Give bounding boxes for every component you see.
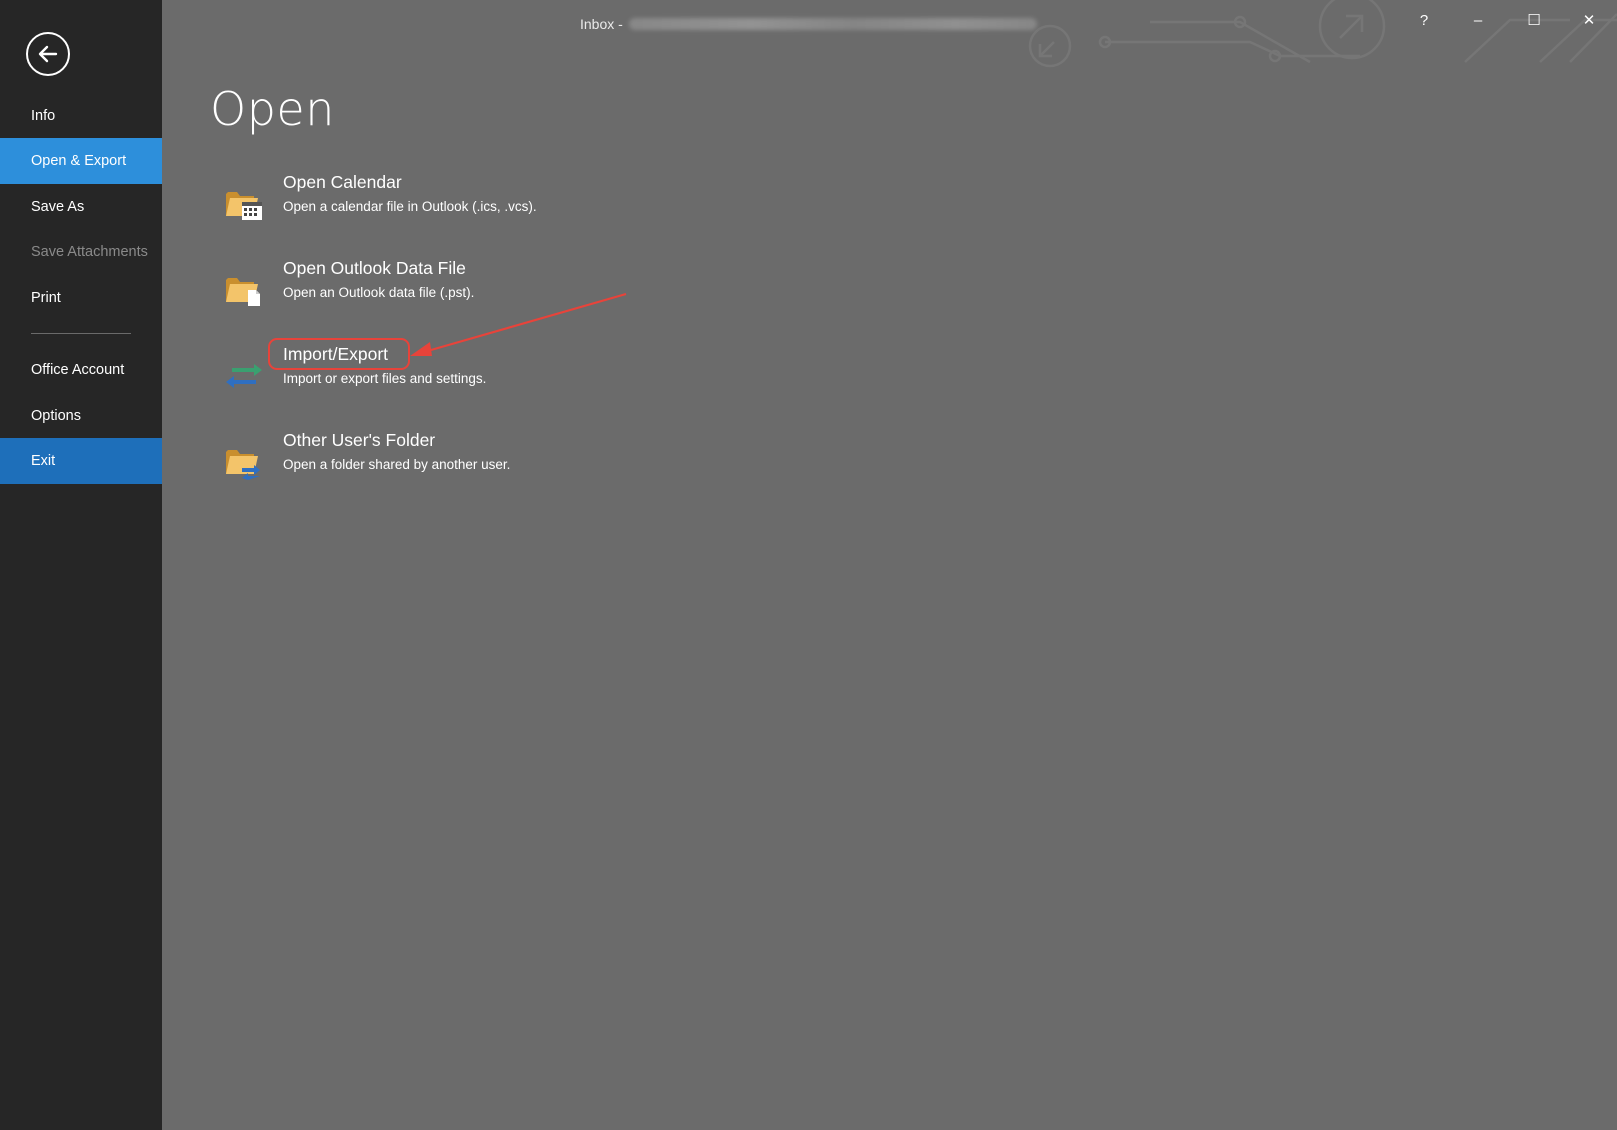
- nav-item-label: Save Attachments: [31, 244, 148, 260]
- other-users-folder-option[interactable]: Other User's Folder Open a folder shared…: [220, 426, 640, 500]
- option-description: Open a folder shared by another user.: [283, 457, 511, 472]
- option-title: Other User's Folder: [283, 430, 436, 450]
- import-export-option[interactable]: Import/Export Import or export files and…: [220, 340, 640, 414]
- nav-item-info[interactable]: Info: [0, 93, 162, 139]
- open-calendar-option[interactable]: Open Calendar Open a calendar file in Ou…: [220, 168, 640, 242]
- option-title: Open Calendar: [283, 172, 402, 192]
- nav-item-exit[interactable]: Exit: [0, 438, 162, 484]
- option-description: Import or export files and settings.: [283, 371, 487, 386]
- import-export-icon: [226, 364, 262, 388]
- nav-item-label: Options: [31, 408, 81, 424]
- folder-calendar-icon: [226, 192, 262, 220]
- minimize-button[interactable]: –: [1458, 6, 1498, 34]
- window-title-text: Inbox -: [580, 16, 623, 32]
- nav-item-label[interactable]: Print: [31, 290, 61, 306]
- back-arrow-icon: [38, 45, 58, 63]
- folder-file-icon: [226, 278, 260, 306]
- back-button[interactable]: [26, 32, 70, 76]
- maximize-icon: ☐: [1527, 12, 1541, 29]
- nav-item-label: Open & Export: [31, 153, 127, 169]
- maximize-button[interactable]: ☐: [1514, 6, 1554, 34]
- minimize-icon: –: [1473, 11, 1483, 29]
- nav-item-label: Office Account: [31, 362, 125, 378]
- nav-item-save-as[interactable]: Save As: [0, 184, 162, 230]
- option-description: Open a calendar file in Outlook (.ics, .…: [283, 199, 537, 214]
- page-title: Open: [210, 82, 335, 136]
- option-title: Import/Export: [283, 344, 389, 364]
- close-icon: ✕: [1582, 12, 1596, 29]
- close-button[interactable]: ✕: [1569, 6, 1609, 34]
- nav-item-label: Save As: [31, 199, 85, 215]
- open-data-file-option[interactable]: Open Outlook Data File Open an Outlook d…: [220, 254, 640, 328]
- redacted-account-text: [628, 18, 1037, 30]
- nav-item-options[interactable]: Options: [0, 393, 162, 439]
- option-title: Open Outlook Data File: [283, 258, 466, 278]
- nav-item-office-account[interactable]: Office Account: [0, 347, 162, 393]
- backstage-sidebar: Info Open & Export Save As Save Attachme…: [0, 0, 162, 1130]
- option-description: Open an Outlook data file (.pst).: [283, 285, 475, 300]
- nav-item-label: Exit: [31, 453, 56, 469]
- help-icon: ?: [1419, 11, 1429, 29]
- nav-item-label: Info: [31, 108, 56, 124]
- nav-divider: [31, 333, 131, 334]
- help-button[interactable]: ?: [1404, 6, 1444, 34]
- nav-item-save-attachments: Save Attachments: [0, 229, 162, 275]
- window-title: Inbox -: [580, 14, 1037, 34]
- nav-item-print[interactable]: Print: [0, 275, 162, 321]
- shared-folder-icon: [226, 450, 260, 480]
- nav-item-open-export[interactable]: Open & Export: [0, 138, 162, 184]
